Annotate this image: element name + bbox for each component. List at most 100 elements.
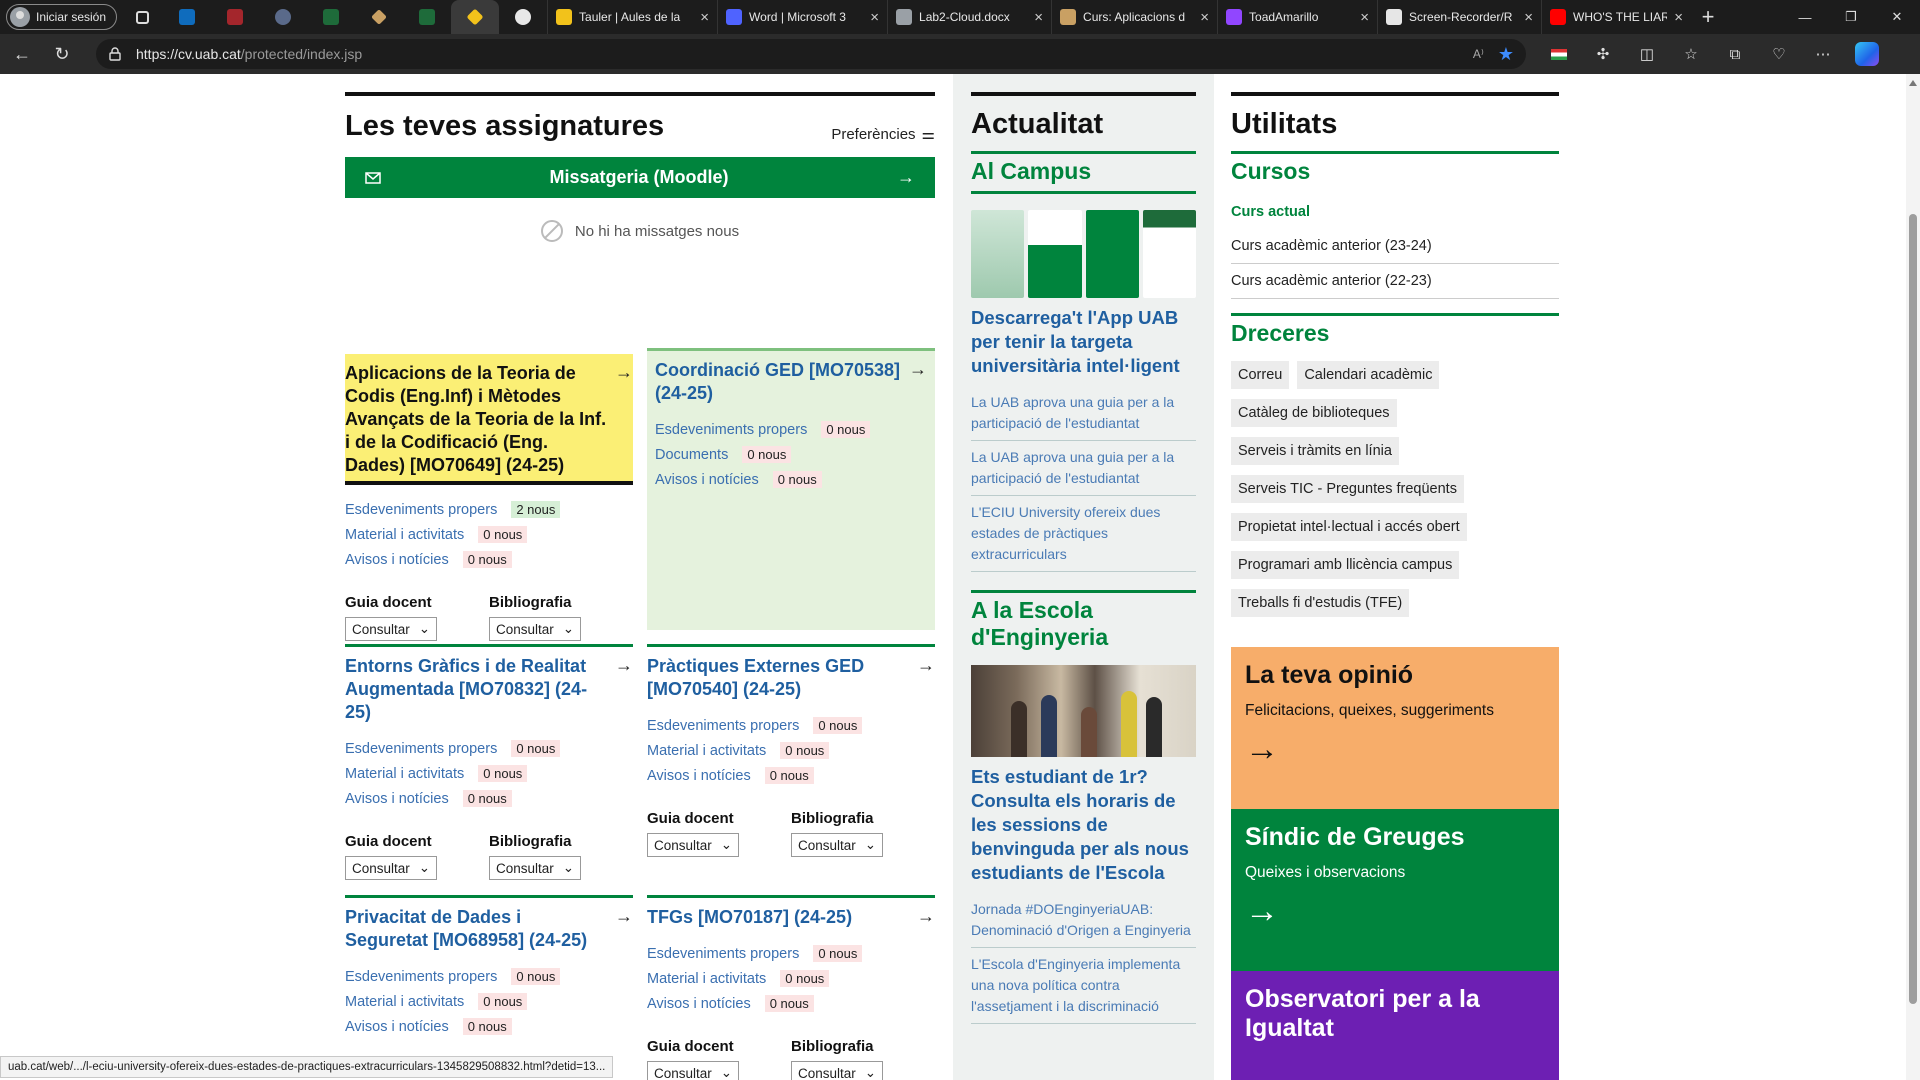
news-link[interactable]: L'ECIU University ofereix dues estades d… [971,496,1196,572]
extension-flag-icon[interactable] [1544,39,1574,69]
course-link[interactable]: Material i activitats 0 nous [647,966,935,991]
new-tab-button[interactable]: + [1691,0,1725,34]
guia-docent-select[interactable]: Consultar ⌄ [345,617,437,641]
arrow-right-icon[interactable]: → [909,359,927,405]
promo-card[interactable]: La teva opinió Felicitacions, queixes, su… [1231,647,1559,809]
course-link-label[interactable]: Avisos i notícies [647,768,751,784]
course-link[interactable]: Esdeveniments propers 0 nous [345,964,633,989]
close-window-button[interactable]: ✕ [1874,0,1920,34]
pinned-tab-uab-2[interactable] [403,0,451,34]
course-link-label[interactable]: Esdeveniments propers [647,718,799,734]
course-link[interactable]: Material i activitats 0 nous [647,738,935,763]
course-link[interactable]: Avisos i notícies 0 nous [647,991,935,1016]
extensions-icon[interactable]: ✣ [1588,39,1618,69]
course-title-row[interactable]: Pràctiques Externes GED [MO70540] (24-25… [647,647,935,701]
course-year-link[interactable]: Curs acadèmic anterior (22-23) [1231,264,1559,299]
course-link[interactable]: Esdeveniments propers 0 nous [647,941,935,966]
news-link[interactable]: La UAB aprova una guia per a la particip… [971,441,1196,496]
reload-icon[interactable]: ↻ [44,38,80,70]
course-link[interactable]: Material i activitats 0 nous [345,522,633,547]
tab-close-icon[interactable]: × [1674,10,1683,25]
shortcut-link[interactable]: Serveis TIC - Preguntes freqüents [1231,475,1464,503]
course-title[interactable]: Aplicacions de la Teoria de Codis (Eng.I… [345,362,607,477]
split-screen-icon[interactable]: ◫ [1632,39,1662,69]
course-title-row[interactable]: TFGs [MO70187] (24-25) → [647,898,935,929]
course-link[interactable]: Esdeveniments propers 0 nous [345,736,633,761]
course-title[interactable]: Pràctiques Externes GED [MO70540] (24-25… [647,655,909,701]
pinned-tab-chatgpt[interactable] [499,0,547,34]
course-link-label[interactable]: Material i activitats [345,527,464,543]
arrow-right-icon[interactable]: → [615,362,633,477]
browser-tab[interactable]: Screen-Recorder/R × [1377,0,1541,34]
preferences-link[interactable]: Preferències ⚌ [831,125,935,144]
collections-icon[interactable]: ⧉ [1720,39,1750,69]
page-scrollbar[interactable] [1906,74,1920,1080]
pinned-tab-app[interactable] [259,0,307,34]
tab-close-icon[interactable]: × [1360,10,1369,25]
course-link[interactable]: Esdeveniments propers 2 nous [345,497,633,522]
browser-tab[interactable]: Lab2-Cloud.docx × [887,0,1051,34]
escola-main-news[interactable]: Ets estudiant de 1r? Consulta els horari… [971,765,1196,885]
pinned-tab-uab[interactable] [307,0,355,34]
tab-close-icon[interactable]: × [870,10,879,25]
shortcut-link[interactable]: Catàleg de biblioteques [1231,399,1397,427]
pinned-tab-pdf[interactable] [211,0,259,34]
back-icon[interactable]: ← [4,38,40,70]
course-link[interactable]: Avisos i notícies 0 nous [345,1014,633,1039]
tab-close-icon[interactable]: × [1200,10,1209,25]
course-title-row[interactable]: Entorns Gràfics i de Realitat Augmentada… [345,647,633,724]
course-link[interactable]: Avisos i notícies 0 nous [655,467,927,492]
pinned-tab-active[interactable] [451,0,500,34]
favorite-star-icon[interactable]: ★ [1498,44,1514,65]
course-link-label[interactable]: Documents [655,447,728,463]
app-promo-image[interactable] [971,210,1196,298]
messaging-button[interactable]: Missatgeria (Moodle) → [345,157,935,198]
course-link[interactable]: Documents 0 nous [655,442,927,467]
browser-tab[interactable]: ToadAmarillo × [1217,0,1377,34]
read-aloud-icon[interactable]: A⁾ [1473,47,1484,61]
guia-docent-select[interactable]: Consultar ⌄ [647,833,739,857]
course-link-label[interactable]: Esdeveniments propers [647,946,799,962]
course-title[interactable]: Privacitat de Dades i Seguretat [MO68958… [345,906,607,952]
arrow-right-icon[interactable]: → [615,906,633,952]
news-link[interactable]: Jornada #DOEnginyeriaUAB: Denominació d'… [971,893,1196,948]
guia-docent-select[interactable]: Consultar ⌄ [647,1061,739,1080]
pinned-tab-outlook[interactable] [163,0,211,34]
campus-main-news[interactable]: Descarrega't l'App UAB per tenir la targ… [971,306,1196,378]
course-year-link[interactable]: Curs acadèmic anterior (23-24) [1231,229,1559,264]
course-link-label[interactable]: Esdeveniments propers [345,969,497,985]
students-photo[interactable] [971,665,1196,757]
course-link-label[interactable]: Material i activitats [345,766,464,782]
workspaces-icon[interactable] [127,4,157,30]
arrow-right-icon[interactable]: → [917,655,935,701]
tab-close-icon[interactable]: × [1524,10,1533,25]
course-title[interactable]: Coordinació GED [MO70538] (24-25) [655,359,901,405]
shortcut-link[interactable]: Correu [1231,361,1290,389]
promo-card[interactable]: Síndic de Greuges Queixes i observacions → [1231,809,1559,971]
shortcut-link[interactable]: Treballs fi d'estudis (TFE) [1231,589,1410,617]
course-link-label[interactable]: Avisos i notícies [647,996,751,1012]
course-link-label[interactable]: Esdeveniments propers [345,502,497,518]
course-link[interactable]: Avisos i notícies 0 nous [345,786,633,811]
course-link-label[interactable]: Avisos i notícies [655,472,759,488]
bibliografia-select[interactable]: Consultar ⌄ [489,856,581,880]
bibliografia-select[interactable]: Consultar ⌄ [489,617,581,641]
copilot-icon[interactable] [1852,39,1882,69]
shortcut-link[interactable]: Serveis i tràmits en línia [1231,437,1399,465]
course-link-label[interactable]: Esdeveniments propers [655,422,807,438]
minimize-button[interactable]: — [1782,0,1828,34]
shortcut-link[interactable]: Calendari acadèmic [1297,361,1440,389]
course-link-label[interactable]: Avisos i notícies [345,552,449,568]
pinned-tab-moodle[interactable] [355,0,403,34]
course-title-row[interactable]: Coordinació GED [MO70538] (24-25) → [655,351,927,405]
promo-card[interactable]: Observatori per a la Igualtat [1231,971,1559,1080]
course-link-label[interactable]: Material i activitats [647,743,766,759]
arrow-right-icon[interactable]: → [917,906,935,929]
course-link[interactable]: Avisos i notícies 0 nous [647,763,935,788]
news-link[interactable]: La UAB aprova una guia per a la particip… [971,386,1196,441]
course-title[interactable]: TFGs [MO70187] (24-25) [647,906,852,929]
course-link[interactable]: Esdeveniments propers 0 nous [655,417,927,442]
course-year-link[interactable]: Curs actual [1231,195,1559,229]
profile-button[interactable]: Iniciar sesión [6,4,118,30]
browser-tab[interactable]: Tauler | Aules de la × [547,0,717,34]
